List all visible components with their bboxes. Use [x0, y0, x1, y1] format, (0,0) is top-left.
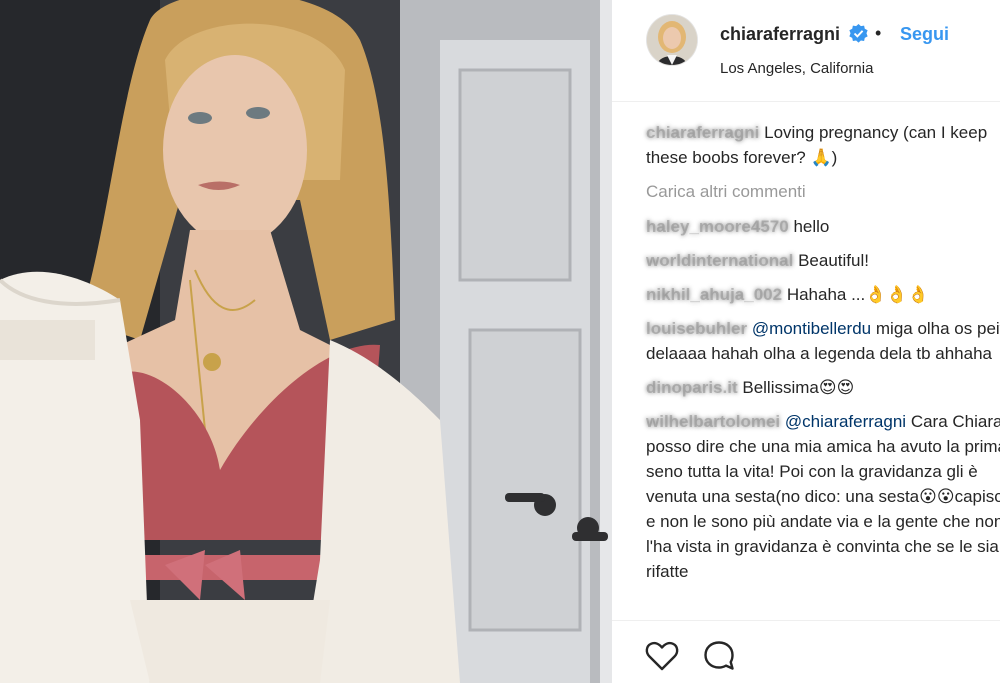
list-item: dinoparis.it Bellissima😍😍 [646, 375, 1000, 400]
avatar[interactable] [647, 15, 697, 65]
list-item: wilhelbartolomei @chiaraferragni Cara Ch… [646, 409, 1000, 584]
post-photo[interactable] [0, 0, 612, 683]
list-item: haley_moore4570 hello [646, 214, 1000, 239]
verified-badge-icon [849, 24, 868, 43]
heart-icon[interactable] [645, 639, 679, 673]
follow-button[interactable]: Segui [900, 24, 949, 45]
comment-author[interactable]: wilhelbartolomei [646, 412, 780, 431]
location-link[interactable]: Los Angeles, California [720, 60, 873, 77]
caption: chiaraferragni Loving pregnancy (can I k… [646, 120, 1000, 170]
comments-list: chiaraferragni Loving pregnancy (can I k… [646, 120, 1000, 593]
comment-text: Bellissima😍😍 [742, 378, 855, 397]
action-bar [612, 620, 1000, 683]
comment-mention[interactable]: @chiaraferragni [785, 412, 906, 431]
comment-author[interactable]: haley_moore4570 [646, 217, 789, 236]
comment-author[interactable]: louisebuhler [646, 319, 747, 338]
comment-text: hello [793, 217, 830, 236]
comment-author[interactable]: worldinternational [646, 251, 793, 270]
separator-dot: • [875, 23, 882, 43]
post-image [0, 0, 612, 683]
avatar-image [647, 15, 697, 65]
comment-author[interactable]: nikhil_ahuja_002 [646, 285, 782, 304]
comment-author[interactable]: dinoparis.it [646, 378, 738, 397]
comment-text: Hahaha ...👌👌👌 [786, 285, 929, 304]
comment-text: Beautiful! [798, 251, 869, 270]
comment-mention[interactable]: @montibellerdu [752, 319, 871, 338]
list-item: nikhil_ahuja_002 Hahaha ...👌👌👌 [646, 282, 1000, 307]
post-side-panel: chiaraferragni • Segui Los Angeles, Cali… [612, 0, 1000, 683]
post-header: chiaraferragni • Segui Los Angeles, Cali… [612, 0, 1000, 102]
list-item: worldinternational Beautiful! [646, 248, 1000, 273]
comment-text: Cara Chiara ti posso dire che una mia am… [646, 412, 1000, 581]
username[interactable]: chiaraferragni [720, 24, 840, 45]
list-item: louisebuhler @montibellerdu miga olha os… [646, 316, 1000, 366]
comment-bubble-icon[interactable] [702, 639, 736, 673]
load-more-comments-link[interactable]: Carica altri commenti [646, 179, 1000, 204]
comment-author[interactable]: chiaraferragni [646, 123, 759, 142]
